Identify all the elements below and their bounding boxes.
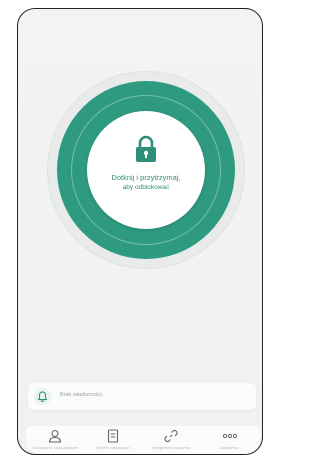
nav-users[interactable]: Zarządzanie użytkownikami [26,429,84,454]
person-icon [48,429,62,443]
unlock-instruction-sub: aby odblokować [122,184,170,191]
nav-log-label: Rejestr odblokowań [96,446,130,450]
unlock-instruction: Dotknij i przytrzymaj, [111,173,181,182]
nav-connections-label: Inteligentne połączenia [151,446,191,450]
bell-icon [37,391,48,402]
bell-icon-badge [34,388,51,405]
nav-connections[interactable]: Inteligentne połączenia [142,429,200,454]
phone-screen: Dotknij i przytrzymaj, aby odblokować Br… [17,8,263,455]
nav-settings-label: Ustawienia [219,446,239,450]
notification-text: Brak wiadomości. [60,392,104,398]
notification-bar[interactable]: Brak wiadomości. [28,383,256,410]
link-icon [164,429,178,443]
nav-settings[interactable]: Ustawienia [200,429,258,454]
nav-log[interactable]: Rejestr odblokowań [84,429,142,454]
nav-users-label: Zarządzanie użytkownikami [31,446,79,450]
padlock-icon [136,135,156,162]
more-icon [222,433,238,439]
unlock-button[interactable]: Dotknij i przytrzymaj, aby odblokować [87,111,205,229]
document-icon [107,429,119,443]
unlock-ring[interactable]: Dotknij i przytrzymaj, aby odblokować [57,81,235,259]
bottom-navigation: Zarządzanie użytkownikami Rejestr odblok… [26,426,260,454]
